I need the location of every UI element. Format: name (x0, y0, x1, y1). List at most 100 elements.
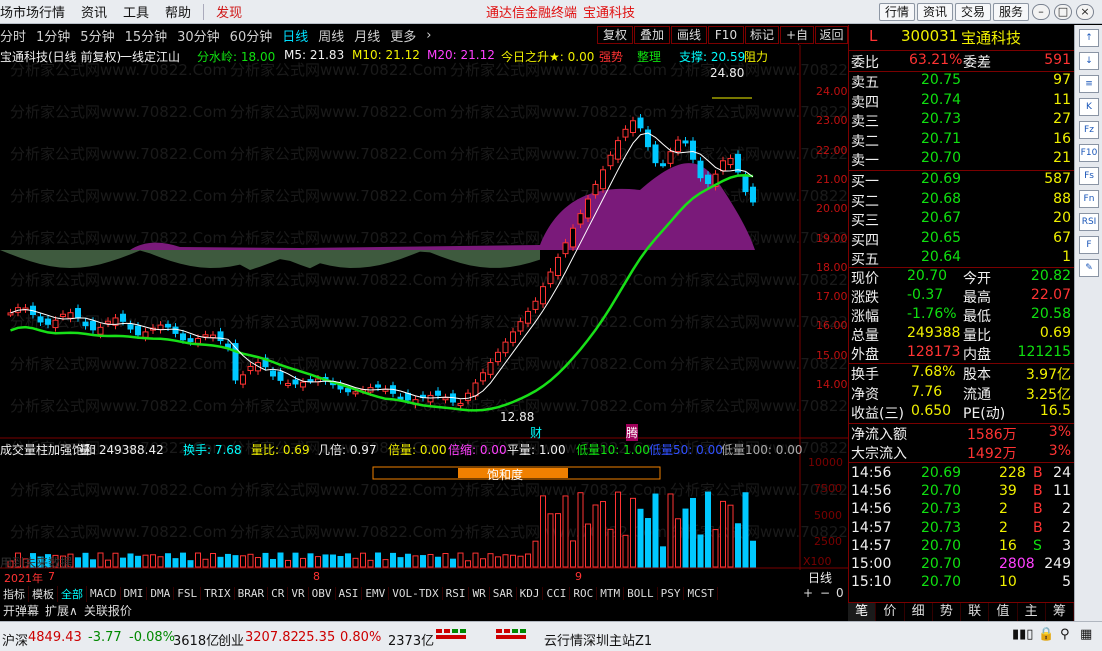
vol-axis-unit: X100 (803, 555, 832, 568)
period-15min[interactable]: 15分钟 (120, 26, 173, 45)
menu-news[interactable]: 资讯 (73, 2, 115, 21)
toolstrip-icon-9[interactable]: F (1079, 236, 1099, 254)
period-monthly[interactable]: 月线 (349, 26, 385, 45)
f10-button[interactable]: F10 (708, 26, 744, 44)
period-more[interactable]: 更多 (385, 26, 421, 45)
indicator-tab-10[interactable]: VR (288, 587, 309, 600)
lock-icon[interactable]: 🔒 (1038, 627, 1054, 642)
indicator-tab-17[interactable]: SAR (490, 587, 517, 600)
indicator-tab-6[interactable]: FSL (174, 587, 202, 600)
indicator-tab-5[interactable]: DMA (147, 587, 175, 600)
toolstrip-icon-7[interactable]: Fn (1079, 190, 1099, 208)
indicator-tab-12[interactable]: ASI (336, 587, 363, 600)
toolstrip-icon-0[interactable]: ↑ (1079, 29, 1099, 47)
period-1min[interactable]: 1分钟 (31, 26, 75, 45)
volume-bar (210, 552, 216, 568)
toolstrip-icon-1[interactable]: ↓ (1079, 52, 1099, 70)
service-button[interactable]: 服务 (993, 3, 1029, 21)
expand-toggle[interactable]: 扩展∧ (42, 602, 81, 619)
tick-time: 15:10 (851, 574, 892, 591)
trade-button[interactable]: 交易 (955, 3, 991, 21)
grid-icon[interactable]: ▦ (1080, 627, 1092, 642)
indicator-tab-22[interactable]: BOLL (624, 587, 658, 600)
ma5-value: M5: 21.83 (284, 48, 345, 62)
indicator-tab-21[interactable]: MTM (597, 587, 625, 600)
toolstrip-icon-4[interactable]: Fz (1079, 121, 1099, 139)
add-favorite-button[interactable]: +自选 (780, 26, 814, 58)
indicator-tab-24[interactable]: MCST (684, 587, 718, 600)
close-icon[interactable]: × (1076, 4, 1094, 20)
mark-button[interactable]: 标记 (745, 26, 779, 44)
chevron-right-icon[interactable]: › (421, 28, 436, 43)
event-marker-tencent[interactable]: 腾 (626, 424, 639, 441)
kline-chart-area[interactable]: 分析家公式网www.70822.Com 分析家公式网www.70822.Com 分析… (0, 45, 887, 585)
indicator-tab-4[interactable]: DMI (121, 587, 148, 600)
maximize-icon[interactable]: □ (1054, 4, 1072, 20)
toolstrip-icon-5[interactable]: F10 (1079, 144, 1099, 162)
related-quote-toggle[interactable]: 关联报价 (81, 602, 135, 619)
tick-volume: 10 (999, 574, 1017, 591)
quote-tab-0[interactable]: 笔 (848, 603, 877, 621)
menu-market[interactable]: 场市场行情 (0, 2, 73, 21)
indicator-tab-0[interactable]: 指标 (0, 585, 29, 602)
volume-bar (540, 495, 546, 568)
period-minute-chart[interactable]: 分时 (0, 26, 31, 45)
event-marker-finance[interactable]: 财 (530, 424, 542, 441)
adjust-button[interactable]: 复权 (597, 26, 633, 44)
draw-button[interactable]: 画线 (671, 26, 707, 44)
quote-button[interactable]: 行情 (879, 3, 915, 21)
indicator-tab-15[interactable]: RSI (443, 587, 470, 600)
stat-value: 249388 (907, 325, 961, 341)
danmaku-toggle[interactable]: 开弹幕 (0, 602, 42, 619)
price-axis-tick: 19.00 (816, 231, 848, 245)
indicator-tab-9[interactable]: CR (268, 587, 289, 600)
toolstrip-icon-10[interactable]: ✎ (1079, 259, 1099, 277)
quote-tab-5[interactable]: 值 (989, 603, 1018, 621)
toolstrip-icon-6[interactable]: Fs (1079, 167, 1099, 185)
zero-icon[interactable]: 0 (836, 586, 844, 600)
watermark-text: 分析家公式网www.70822.Com (10, 229, 227, 247)
back-button[interactable]: 返回 (815, 26, 848, 44)
volume-bar (120, 557, 126, 568)
minimize-icon[interactable]: – (1032, 4, 1050, 20)
indicator-tab-1[interactable]: 模板 (29, 585, 58, 602)
quote-tab-6[interactable]: 主 (1018, 603, 1046, 621)
period-5min[interactable]: 5分钟 (75, 26, 119, 45)
toolstrip-icon-3[interactable]: K (1079, 98, 1099, 116)
minus-icon[interactable]: − (820, 586, 830, 600)
indicator-tab-11[interactable]: OBV (309, 587, 336, 600)
period-daily[interactable]: 日线 (277, 26, 313, 45)
quote-tab-4[interactable]: 联 (961, 603, 990, 621)
news-button[interactable]: 资讯 (917, 3, 953, 21)
period-60min[interactable]: 60分钟 (225, 26, 278, 45)
menu-discover[interactable]: 发现 (208, 2, 250, 21)
menu-help[interactable]: 帮助 (157, 2, 199, 21)
quote-tab-1[interactable]: 价 (876, 603, 905, 621)
tick-price: 20.70 (921, 574, 962, 591)
indicator-tab-13[interactable]: EMV (362, 587, 390, 600)
indicator-tab-23[interactable]: PSY (658, 587, 685, 600)
toolstrip-icon-8[interactable]: RSI (1079, 213, 1099, 231)
quote-tab-3[interactable]: 势 (933, 603, 961, 621)
indicator-tab-3[interactable]: MACD (87, 587, 121, 600)
quote-tab-7[interactable]: 筹 (1046, 603, 1074, 621)
server-name[interactable]: 云行情深圳主站Z1 (544, 630, 652, 649)
overlay-button[interactable]: 叠加 (634, 26, 670, 44)
add-icon[interactable]: + (803, 586, 813, 600)
indicator-tab-2[interactable]: 全部 (58, 585, 87, 602)
indicator-tab-8[interactable]: BRAR (235, 587, 269, 600)
indicator-tab-19[interactable]: CCI (543, 587, 571, 600)
indicator-tab-16[interactable]: WR (469, 587, 490, 600)
indicator-tab-18[interactable]: KDJ (517, 587, 544, 600)
indicator-tab-20[interactable]: ROC (570, 587, 598, 600)
period-30min[interactable]: 30分钟 (172, 26, 225, 45)
indicator-tab-7[interactable]: TRIX (201, 587, 235, 600)
period-weekly[interactable]: 周线 (313, 26, 349, 45)
status-bar: 沪深 4849.43 -3.77 -0.08% 3618亿 创业 3207.82… (0, 621, 1102, 651)
volume-bar (240, 555, 246, 568)
menu-tools[interactable]: 工具 (115, 2, 157, 21)
quote-tab-2[interactable]: 细 (905, 603, 933, 621)
toolstrip-icon-2[interactable]: ≡ (1079, 75, 1099, 93)
candle-body (457, 402, 464, 407)
indicator-tab-14[interactable]: VOL-TDX (389, 587, 443, 600)
